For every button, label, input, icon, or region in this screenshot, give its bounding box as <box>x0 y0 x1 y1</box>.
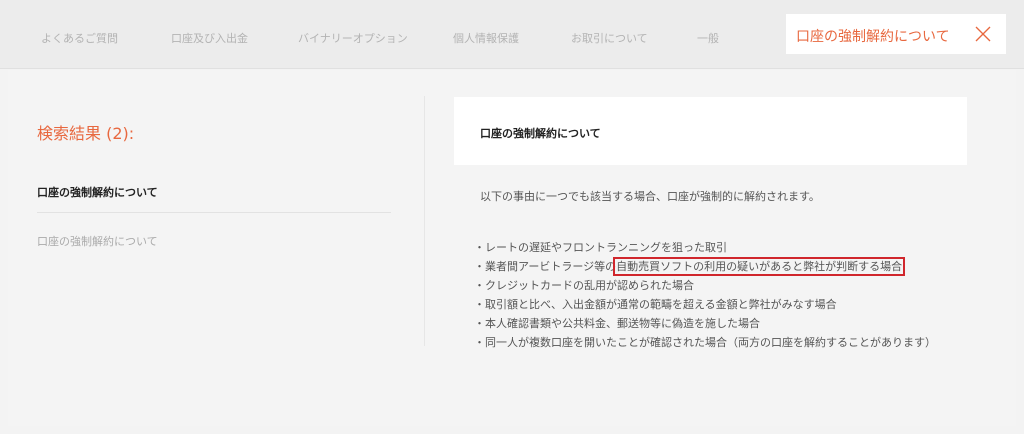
reason-item: ・クレジットカードの乱用が認められた場合 <box>474 279 694 292</box>
tab-general[interactable]: 一般 <box>697 30 719 46</box>
active-tab-label: 口座の強制解約について <box>796 29 950 45</box>
tab-account-deposits[interactable]: 口座及び入出金 <box>171 30 248 46</box>
article-intro: 以下の事由に一つでも該当する場合、口座が強制的に解約されます。 <box>480 190 820 203</box>
tab-privacy[interactable]: 個人情報保護 <box>453 30 519 46</box>
top-navigation-bar: よくあるご質問 口座及び入出金 バイナリーオプション 個人情報保護 お取引につい… <box>0 0 1024 69</box>
reason-item: ・本人確認書類や公共料金、郵送物等に偽造を施した場合 <box>474 317 760 330</box>
reason-text: ・業者間アービトラージ等の <box>474 260 617 273</box>
tab-trading[interactable]: お取引について <box>571 30 648 46</box>
highlighted-text: 自動売買ソフトの利用の疑いがあると弊社が判断する場合 <box>613 257 906 276</box>
tab-faq[interactable]: よくあるご質問 <box>41 30 118 46</box>
reason-item: ・業者間アービトラージ等の自動売買ソフトの利用の疑いがあると弊社が判断する場合 <box>474 257 974 276</box>
active-tab[interactable]: 口座の強制解約について <box>786 14 1006 54</box>
article-header: 口座の強制解約について <box>454 97 967 165</box>
search-result-item[interactable]: 口座の強制解約について <box>37 233 158 249</box>
column-divider <box>424 96 425 346</box>
reason-item: ・同一人が複数口座を開いたことが確認された場合（両方の口座を解約することがありま… <box>474 336 936 349</box>
reasons-list: ・レートの遅延やフロントランニングを狙った取引 ・業者間アービトラージ等の自動売… <box>474 238 974 352</box>
reason-item: ・取引額と比べ、入出金額が通常の範疇を超える金額と弊社がみなす場合 <box>474 298 837 311</box>
close-icon[interactable] <box>975 26 991 42</box>
reason-item: ・レートの遅延やフロントランニングを狙った取引 <box>474 241 727 254</box>
tab-binary-options[interactable]: バイナリーオプション <box>298 30 408 46</box>
result-divider <box>37 212 391 213</box>
search-result-item[interactable]: 口座の強制解約について <box>37 184 158 200</box>
search-results-title: 検索結果 (2): <box>37 124 135 143</box>
article-title: 口座の強制解約について <box>480 127 601 140</box>
